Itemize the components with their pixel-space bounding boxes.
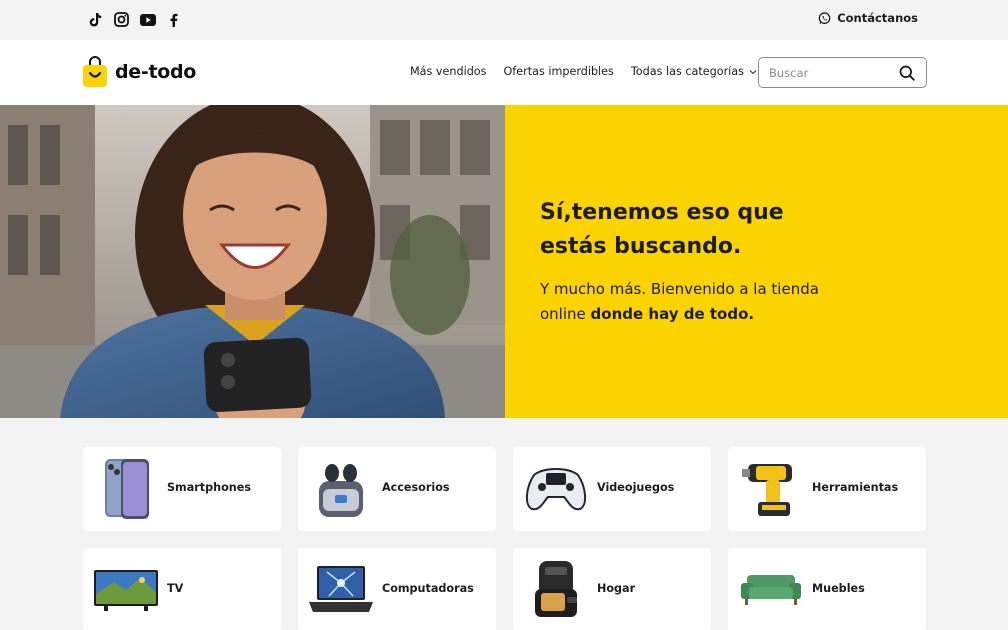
- chevron-down-icon: [749, 69, 757, 75]
- whatsapp-icon: [818, 11, 831, 25]
- category-label: Hogar: [597, 582, 636, 595]
- contact-label: Contáctanos: [837, 11, 918, 25]
- hero-banner: Sí,tenemos eso que estás buscando. Y muc…: [0, 105, 1008, 418]
- logo-text: de-todo: [115, 61, 197, 83]
- category-label: Herramientas: [812, 481, 899, 494]
- gamepad-icon: [523, 457, 589, 521]
- youtube-icon[interactable]: [139, 11, 156, 28]
- category-card-computadoras[interactable]: Computadoras: [298, 548, 496, 630]
- search-box: [758, 57, 927, 88]
- category-card-videojuegos[interactable]: Videojuegos: [513, 447, 711, 531]
- hero-title: Sí,tenemos eso que estás buscando.: [540, 200, 784, 259]
- logo[interactable]: de-todo: [82, 56, 196, 88]
- main-nav: Más vendidos Ofertas imperdibles Todas l…: [410, 65, 757, 78]
- nav-ofertas-imperdibles[interactable]: Ofertas imperdibles: [503, 65, 613, 78]
- category-card-smartphones[interactable]: Smartphones: [83, 447, 281, 531]
- sofa-icon: [738, 558, 804, 622]
- smartphone-icon: [93, 457, 159, 521]
- nav-todas-categorias[interactable]: Todas las categorías: [631, 65, 757, 78]
- air-fryer-icon: [523, 558, 589, 622]
- tiktok-icon[interactable]: [87, 11, 104, 28]
- shopping-bag-icon: [82, 56, 108, 88]
- top-bar: Contáctanos: [0, 0, 1008, 40]
- hero-text-panel: Sí,tenemos eso que estás buscando. Y muc…: [505, 105, 1008, 418]
- power-tool-icon: [738, 457, 804, 521]
- category-label: Videojuegos: [597, 481, 675, 494]
- site-header: de-todo Más vendidos Ofertas imperdibles…: [0, 40, 1008, 105]
- category-label: Muebles: [812, 582, 865, 595]
- earbuds-icon: [308, 457, 374, 521]
- contact-link[interactable]: Contáctanos: [818, 11, 918, 25]
- category-label: Accesorios: [382, 481, 450, 494]
- category-card-muebles[interactable]: Muebles: [728, 548, 926, 630]
- nav-mas-vendidos[interactable]: Más vendidos: [410, 65, 486, 78]
- category-label: TV: [167, 582, 184, 595]
- laptop-icon: [308, 558, 374, 622]
- facebook-icon[interactable]: [165, 11, 182, 28]
- search-input[interactable]: [769, 65, 889, 80]
- category-card-accesorios[interactable]: Accesorios: [298, 447, 496, 531]
- category-card-hogar[interactable]: Hogar: [513, 548, 711, 630]
- search-icon[interactable]: [899, 65, 915, 81]
- category-card-herramientas[interactable]: Herramientas: [728, 447, 926, 531]
- tv-icon: [93, 558, 159, 622]
- social-links: [87, 11, 182, 28]
- category-card-tv[interactable]: TV: [83, 548, 281, 630]
- hero-image: [0, 105, 505, 418]
- hero-subtitle: Y mucho más. Bienvenido a la tienda onli…: [540, 280, 819, 323]
- category-label: Smartphones: [167, 481, 251, 494]
- category-label: Computadoras: [382, 582, 474, 595]
- instagram-icon[interactable]: [113, 11, 130, 28]
